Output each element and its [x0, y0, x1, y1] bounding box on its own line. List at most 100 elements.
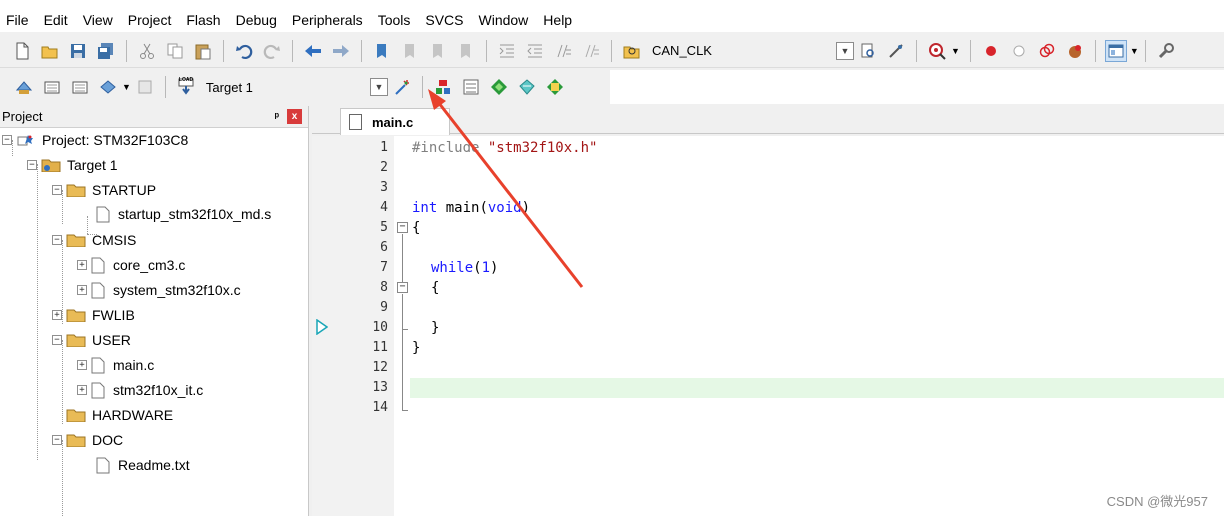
line-number: 8	[380, 280, 388, 295]
collapse-icon[interactable]: −	[52, 435, 62, 445]
expand-icon[interactable]: +	[77, 385, 87, 395]
code-editor[interactable]	[394, 136, 1224, 516]
pack-installer-icon[interactable]	[516, 76, 538, 98]
collapse-icon[interactable]: −	[27, 160, 37, 170]
expand-icon[interactable]: +	[77, 285, 87, 295]
tree-item-target[interactable]: − Target 1	[27, 154, 118, 176]
kill-all-icon[interactable]	[1064, 40, 1086, 62]
manage-runtime-icon[interactable]	[488, 76, 510, 98]
breakpoint-icon[interactable]	[980, 40, 1002, 62]
configure-icon[interactable]	[1155, 40, 1177, 62]
tree-item-fwlib[interactable]: + FWLIB	[52, 304, 135, 326]
nav-back-icon[interactable]	[302, 40, 324, 62]
options-for-target-icon[interactable]	[391, 76, 413, 98]
code-token: "stm32f10x.h"	[487, 140, 598, 156]
batch-build-icon[interactable]	[97, 76, 119, 98]
target-combo[interactable]: Target 1	[200, 76, 370, 98]
tree-connector	[62, 440, 63, 516]
tree-item-label: USER	[92, 332, 131, 348]
tab-main-c[interactable]: main.c	[340, 108, 450, 135]
pin-icon[interactable]: ᵖ	[275, 111, 279, 123]
new-file-icon[interactable]	[11, 40, 33, 62]
collapse-icon[interactable]: −	[52, 335, 62, 345]
collapse-icon[interactable]: −	[2, 135, 12, 145]
find-combo[interactable]: CAN_CLK	[646, 40, 836, 62]
menu-window[interactable]: Window	[479, 12, 529, 28]
menu-tools[interactable]: Tools	[378, 12, 411, 28]
debug-dropdown[interactable]: ▼	[951, 40, 960, 62]
tree-item-user[interactable]: − USER	[52, 329, 131, 351]
close-icon[interactable]: x	[287, 109, 302, 124]
menu-help[interactable]: Help	[543, 12, 572, 28]
nav-forward-icon[interactable]	[330, 40, 352, 62]
find-in-files-icon[interactable]	[621, 40, 643, 62]
collapse-icon[interactable]: −	[52, 235, 62, 245]
copy-icon[interactable]	[164, 40, 186, 62]
undo-icon[interactable]	[233, 40, 255, 62]
save-icon[interactable]	[67, 40, 89, 62]
tree-item-startup[interactable]: − STARTUP	[52, 179, 156, 201]
rebuild-icon[interactable]	[69, 76, 91, 98]
event-recorder-icon[interactable]	[544, 76, 566, 98]
tree-item-cmsis[interactable]: − CMSIS	[52, 229, 136, 251]
bookmark-icon[interactable]	[371, 40, 393, 62]
menu-view[interactable]: View	[83, 12, 113, 28]
redo-icon[interactable]	[261, 40, 283, 62]
indent-icon[interactable]	[496, 40, 518, 62]
prev-bookmark-icon[interactable]	[399, 40, 421, 62]
batch-build-dropdown[interactable]: ▼	[122, 76, 131, 98]
menu-svcs[interactable]: SVCS	[425, 12, 463, 28]
tree-item-main-c[interactable]: + main.c	[77, 354, 154, 376]
tree-item-project[interactable]: − Project: STM32F103C8	[2, 129, 188, 151]
cut-icon[interactable]	[136, 40, 158, 62]
unindent-icon[interactable]	[524, 40, 546, 62]
menu-peripherals[interactable]: Peripherals	[292, 12, 363, 28]
menu-debug[interactable]: Debug	[236, 12, 277, 28]
stop-build-icon[interactable]	[134, 76, 156, 98]
translate-icon[interactable]	[13, 76, 35, 98]
comment-icon[interactable]	[552, 40, 574, 62]
tree-item-system-stm32[interactable]: + system_stm32f10x.c	[77, 279, 241, 301]
chevron-down-icon[interactable]: ▼	[836, 41, 854, 60]
menu-edit[interactable]: Edit	[44, 12, 68, 28]
disable-breakpoint-icon[interactable]	[1008, 40, 1030, 62]
save-all-icon[interactable]	[95, 40, 117, 62]
expand-icon[interactable]: +	[52, 310, 62, 320]
paste-icon[interactable]	[192, 40, 214, 62]
incremental-find-icon[interactable]	[885, 40, 907, 62]
download-icon[interactable]: LOAD	[175, 76, 197, 98]
tree-item-stm32f10x-it[interactable]: + stm32f10x_it.c	[77, 379, 203, 401]
clear-bookmarks-icon[interactable]	[455, 40, 477, 62]
menu-project[interactable]: Project	[128, 12, 172, 28]
toolbar-separator	[126, 39, 127, 62]
tree-item-core-cm3[interactable]: + core_cm3.c	[77, 254, 185, 276]
window-layout-dropdown[interactable]: ▼	[1130, 40, 1139, 62]
build-icon[interactable]	[41, 76, 63, 98]
fold-toggle-icon[interactable]: −	[397, 282, 408, 293]
tree-item-hardware[interactable]: HARDWARE	[66, 404, 173, 426]
find-combo-value[interactable]: CAN_CLK	[646, 43, 718, 58]
menu-file[interactable]: File	[6, 12, 29, 28]
window-layout-icon[interactable]	[1104, 39, 1127, 62]
manage-project-items-icon[interactable]	[432, 76, 454, 98]
tree-item-readme[interactable]: Readme.txt	[96, 454, 190, 476]
select-packs-icon[interactable]	[460, 76, 482, 98]
next-bookmark-icon[interactable]	[427, 40, 449, 62]
find-combo-dropdown[interactable]: ▼	[836, 40, 854, 62]
tree-item-doc[interactable]: − DOC	[52, 429, 123, 451]
kill-breakpoints-icon[interactable]	[1036, 40, 1058, 62]
expand-icon[interactable]: +	[77, 360, 87, 370]
find-icon[interactable]	[857, 40, 879, 62]
tree-item-startup-file[interactable]: startup_stm32f10x_md.s	[96, 203, 271, 225]
fold-toggle-icon[interactable]: −	[397, 222, 408, 233]
target-combo-dropdown[interactable]: ▼	[369, 76, 388, 98]
menu-flash[interactable]: Flash	[186, 12, 220, 28]
collapse-icon[interactable]: −	[52, 185, 62, 195]
target-combo-value[interactable]: Target 1	[200, 80, 259, 95]
debug-session-icon[interactable]	[926, 40, 948, 62]
expand-icon[interactable]: +	[77, 260, 87, 270]
chevron-down-icon[interactable]: ▼	[369, 78, 388, 96]
tree-item-label: startup_stm32f10x_md.s	[118, 206, 272, 222]
uncomment-icon[interactable]	[580, 40, 602, 62]
open-folder-icon[interactable]	[39, 40, 61, 62]
